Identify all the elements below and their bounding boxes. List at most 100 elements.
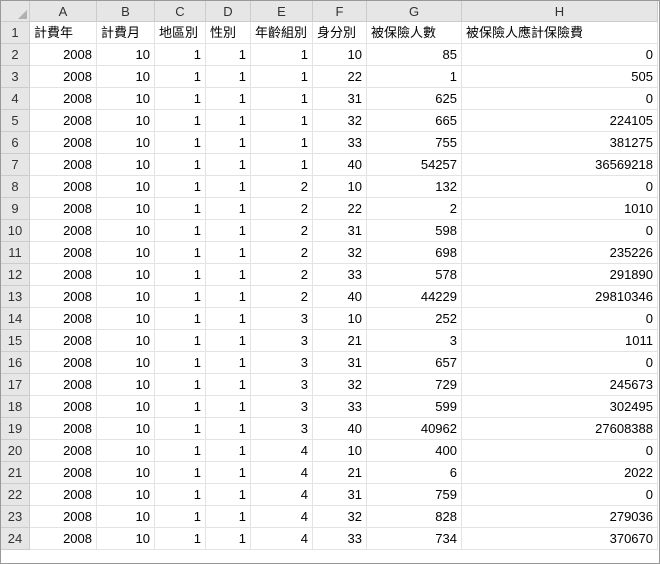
cell-h5[interactable]: 224105 (462, 110, 658, 132)
cell-f1[interactable]: 身分別 (313, 22, 367, 44)
cell-d13[interactable]: 1 (206, 286, 251, 308)
cell-b9[interactable]: 10 (97, 198, 155, 220)
cell-c20[interactable]: 1 (155, 440, 206, 462)
cell-a14[interactable]: 2008 (30, 308, 97, 330)
cell-c18[interactable]: 1 (155, 396, 206, 418)
cell-g8[interactable]: 132 (367, 176, 462, 198)
cell-h19[interactable]: 27608388 (462, 418, 658, 440)
cell-c3[interactable]: 1 (155, 66, 206, 88)
cell-a7[interactable]: 2008 (30, 154, 97, 176)
cell-f11[interactable]: 32 (313, 242, 367, 264)
cell-b1[interactable]: 計費月 (97, 22, 155, 44)
cell-f17[interactable]: 32 (313, 374, 367, 396)
cell-b15[interactable]: 10 (97, 330, 155, 352)
cell-d12[interactable]: 1 (206, 264, 251, 286)
cell-f9[interactable]: 22 (313, 198, 367, 220)
cell-c13[interactable]: 1 (155, 286, 206, 308)
row-header-13[interactable]: 13 (1, 286, 30, 308)
cell-e9[interactable]: 2 (251, 198, 313, 220)
cell-h3[interactable]: 505 (462, 66, 658, 88)
row-header-15[interactable]: 15 (1, 330, 30, 352)
row-header-16[interactable]: 16 (1, 352, 30, 374)
cell-a8[interactable]: 2008 (30, 176, 97, 198)
cell-a11[interactable]: 2008 (30, 242, 97, 264)
cell-g22[interactable]: 759 (367, 484, 462, 506)
cell-a22[interactable]: 2008 (30, 484, 97, 506)
cell-a10[interactable]: 2008 (30, 220, 97, 242)
cell-b3[interactable]: 10 (97, 66, 155, 88)
cell-h1[interactable]: 被保險人應計保險費 (462, 22, 658, 44)
cell-e21[interactable]: 4 (251, 462, 313, 484)
cell-e1[interactable]: 年齡組別 (251, 22, 313, 44)
cell-a2[interactable]: 2008 (30, 44, 97, 66)
cell-h23[interactable]: 279036 (462, 506, 658, 528)
cell-h6[interactable]: 381275 (462, 132, 658, 154)
cell-g3[interactable]: 1 (367, 66, 462, 88)
cell-d6[interactable]: 1 (206, 132, 251, 154)
cell-d10[interactable]: 1 (206, 220, 251, 242)
cell-a9[interactable]: 2008 (30, 198, 97, 220)
cell-e24[interactable]: 4 (251, 528, 313, 550)
cell-e23[interactable]: 4 (251, 506, 313, 528)
row-header-7[interactable]: 7 (1, 154, 30, 176)
column-header-e[interactable]: E (251, 1, 313, 22)
cell-h2[interactable]: 0 (462, 44, 658, 66)
cell-e15[interactable]: 3 (251, 330, 313, 352)
cell-g13[interactable]: 44229 (367, 286, 462, 308)
cell-g6[interactable]: 755 (367, 132, 462, 154)
row-header-11[interactable]: 11 (1, 242, 30, 264)
row-header-19[interactable]: 19 (1, 418, 30, 440)
column-header-a[interactable]: A (30, 1, 97, 22)
cell-h21[interactable]: 2022 (462, 462, 658, 484)
cell-c19[interactable]: 1 (155, 418, 206, 440)
cell-c17[interactable]: 1 (155, 374, 206, 396)
cell-d24[interactable]: 1 (206, 528, 251, 550)
cell-a4[interactable]: 2008 (30, 88, 97, 110)
cell-h22[interactable]: 0 (462, 484, 658, 506)
cell-d4[interactable]: 1 (206, 88, 251, 110)
cell-g19[interactable]: 40962 (367, 418, 462, 440)
cell-d19[interactable]: 1 (206, 418, 251, 440)
cell-h12[interactable]: 291890 (462, 264, 658, 286)
cell-a23[interactable]: 2008 (30, 506, 97, 528)
cell-h20[interactable]: 0 (462, 440, 658, 462)
cell-h16[interactable]: 0 (462, 352, 658, 374)
cell-c8[interactable]: 1 (155, 176, 206, 198)
cell-g23[interactable]: 828 (367, 506, 462, 528)
row-header-9[interactable]: 9 (1, 198, 30, 220)
cell-e5[interactable]: 1 (251, 110, 313, 132)
cell-h9[interactable]: 1010 (462, 198, 658, 220)
cell-c9[interactable]: 1 (155, 198, 206, 220)
cell-c2[interactable]: 1 (155, 44, 206, 66)
row-header-20[interactable]: 20 (1, 440, 30, 462)
cell-d18[interactable]: 1 (206, 396, 251, 418)
cell-a12[interactable]: 2008 (30, 264, 97, 286)
cell-a21[interactable]: 2008 (30, 462, 97, 484)
cell-f15[interactable]: 21 (313, 330, 367, 352)
row-header-8[interactable]: 8 (1, 176, 30, 198)
cell-f10[interactable]: 31 (313, 220, 367, 242)
cell-g17[interactable]: 729 (367, 374, 462, 396)
cell-a6[interactable]: 2008 (30, 132, 97, 154)
cell-g18[interactable]: 599 (367, 396, 462, 418)
row-header-5[interactable]: 5 (1, 110, 30, 132)
cell-c11[interactable]: 1 (155, 242, 206, 264)
cell-h13[interactable]: 29810346 (462, 286, 658, 308)
column-header-g[interactable]: G (367, 1, 462, 22)
cell-h4[interactable]: 0 (462, 88, 658, 110)
cell-e18[interactable]: 3 (251, 396, 313, 418)
cell-f13[interactable]: 40 (313, 286, 367, 308)
cell-g16[interactable]: 657 (367, 352, 462, 374)
cell-h24[interactable]: 370670 (462, 528, 658, 550)
cell-d16[interactable]: 1 (206, 352, 251, 374)
row-header-3[interactable]: 3 (1, 66, 30, 88)
cell-d23[interactable]: 1 (206, 506, 251, 528)
cell-b18[interactable]: 10 (97, 396, 155, 418)
cell-f6[interactable]: 33 (313, 132, 367, 154)
cell-c16[interactable]: 1 (155, 352, 206, 374)
cell-b20[interactable]: 10 (97, 440, 155, 462)
cell-d15[interactable]: 1 (206, 330, 251, 352)
cell-f12[interactable]: 33 (313, 264, 367, 286)
cell-g11[interactable]: 698 (367, 242, 462, 264)
column-header-f[interactable]: F (313, 1, 367, 22)
